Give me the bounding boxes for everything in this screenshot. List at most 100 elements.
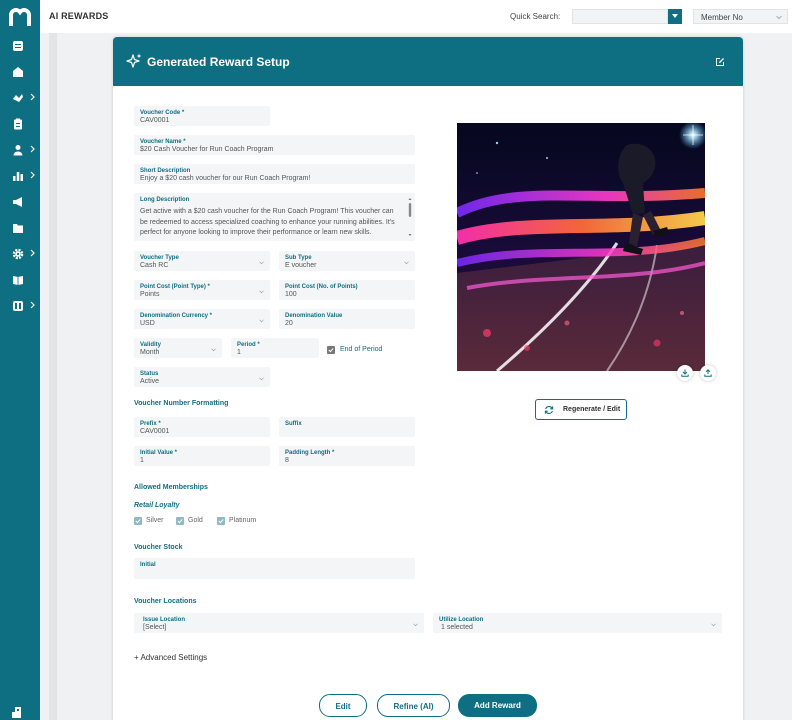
sidebar-item-files[interactable]: [12, 220, 36, 236]
padding-length-field[interactable]: Padding Length * 8: [279, 446, 415, 466]
sidebar-item-clipboard[interactable]: [12, 116, 36, 132]
prefix-label: Prefix *: [140, 421, 161, 427]
chevron-down-icon: [211, 348, 216, 352]
validity-value: Month: [140, 349, 160, 356]
utilize-location-value: 1 selected: [441, 624, 473, 631]
chevron-right-icon: [30, 171, 35, 179]
handshake-icon: [13, 94, 23, 102]
refine-ai-button[interactable]: Refine (AI): [377, 694, 450, 717]
sidebar-item-handshake[interactable]: [12, 90, 36, 106]
regenerate-edit-button[interactable]: Regenerate / Edit: [535, 399, 627, 420]
initial-stock-label: Initial: [140, 562, 156, 568]
utilize-location-select[interactable]: Utilize Location 1 selected: [433, 613, 722, 633]
brand-logo-icon[interactable]: [9, 8, 31, 26]
sidebar-item-settings[interactable]: [12, 246, 36, 262]
member-search-select[interactable]: Member No: [693, 9, 788, 24]
voucher-name-value: $20 Cash Voucher for Run Coach Program: [140, 146, 274, 153]
end-of-period-checkbox[interactable]: [327, 346, 335, 354]
sub-type-select[interactable]: Sub Type E voucher: [279, 251, 415, 271]
voucher-type-select[interactable]: Voucher Type Cash RC: [134, 251, 270, 271]
sidebar-item-bottom[interactable]: [12, 704, 36, 720]
denomination-currency-value: USD: [140, 320, 155, 327]
point-cost-points-field[interactable]: Point Cost (No. of Points) 100: [279, 280, 415, 300]
prefix-value: CAV0001: [140, 428, 170, 435]
quick-search-input[interactable]: [572, 9, 668, 24]
prefix-field[interactable]: Prefix * CAV0001: [134, 417, 270, 437]
issue-location-select[interactable]: Issue Location [Select]: [134, 613, 424, 633]
edit-icon[interactable]: [715, 57, 725, 67]
short-description-field[interactable]: Short Description Enjoy a $20 cash vouch…: [134, 164, 415, 184]
suffix-label: Suffix: [285, 421, 302, 427]
check-icon: [328, 348, 334, 353]
chevron-down-icon: [776, 15, 782, 20]
membership-tier-checkbox-silver[interactable]: [134, 517, 142, 525]
denomination-currency-select[interactable]: Denomination Currency * USD: [134, 309, 270, 329]
card-title: Generated Reward Setup: [147, 55, 290, 69]
sub-type-value: E voucher: [285, 262, 317, 269]
chevron-right-icon: [30, 145, 35, 153]
sidebar-item-members[interactable]: [12, 142, 36, 158]
membership-tier-checkbox-gold[interactable]: [176, 517, 184, 525]
period-value: 1: [237, 349, 241, 356]
initial-value-field[interactable]: Initial Value * 1: [134, 446, 270, 466]
voucher-name-field[interactable]: Voucher Name * $20 Cash Voucher for Run …: [134, 135, 415, 155]
top-bar: AI REWARDS Quick Search: Member No: [40, 0, 792, 33]
validity-select[interactable]: Validity Month: [134, 338, 222, 358]
edit-button[interactable]: Edit: [319, 694, 367, 717]
allowed-memberships-title: Allowed Memberships: [134, 484, 208, 491]
suffix-field[interactable]: Suffix: [279, 417, 415, 437]
chevron-right-icon: [30, 301, 35, 309]
initial-stock-field[interactable]: Initial: [134, 558, 415, 579]
gear-icon: [12, 248, 24, 260]
upload-image-button[interactable]: [700, 365, 716, 381]
chevron-down-icon: [413, 623, 418, 627]
short-description-label: Short Description: [140, 168, 191, 174]
member-search-select-value: Member No: [701, 13, 743, 22]
issue-location-value: [Select]: [143, 624, 167, 631]
chevron-down-icon: [259, 261, 264, 265]
sidebar-item-apps[interactable]: [12, 298, 36, 314]
voucher-type-label: Voucher Type: [140, 255, 179, 261]
store-icon: [13, 67, 23, 77]
initial-value-label: Initial Value *: [140, 450, 178, 456]
book-icon: [13, 276, 23, 285]
voucher-type-value: Cash RC: [140, 262, 169, 269]
denomination-value-value: 20: [285, 320, 293, 327]
sidebar-item-campaigns[interactable]: [12, 194, 36, 210]
reward-setup-card: Generated Reward Setup Voucher Code * CA…: [113, 37, 743, 720]
add-reward-button[interactable]: Add Reward: [458, 694, 537, 717]
chevron-down-icon: [259, 290, 264, 294]
advanced-settings-toggle[interactable]: + Advanced Settings: [134, 653, 207, 662]
membership-tier-checkbox-platinum[interactable]: [217, 517, 225, 525]
user-icon: [13, 145, 23, 156]
check-icon: [135, 519, 141, 524]
status-value: Active: [140, 378, 160, 385]
long-description-field[interactable]: Long Description Get active with a $20 c…: [134, 193, 415, 241]
folder-icon: [13, 224, 23, 233]
point-cost-type-select[interactable]: Point Cost (Point Type) * Points: [134, 280, 270, 300]
long-description-scrollbar[interactable]: [408, 197, 412, 237]
initial-value-value: 1: [140, 457, 144, 464]
download-image-button[interactable]: [677, 365, 693, 381]
status-select[interactable]: Status Active: [134, 367, 270, 387]
short-description-value: Enjoy a $20 cash voucher for our Run Coa…: [140, 175, 311, 182]
voucher-name-label: Voucher Name *: [140, 139, 186, 145]
voucher-code-field[interactable]: Voucher Code * CAV0001: [134, 106, 270, 126]
chevron-down-icon: [259, 377, 264, 381]
chevron-down-icon: [404, 261, 409, 265]
download-icon: [681, 369, 689, 377]
sparkle-icon: [126, 53, 142, 68]
sidebar-item-catalog[interactable]: [12, 272, 36, 288]
denomination-value-field[interactable]: Denomination Value 20: [279, 309, 415, 329]
regenerate-edit-label: Regenerate / Edit: [563, 406, 621, 413]
caret-down-icon: [672, 14, 678, 18]
quick-search-dropdown-button[interactable]: [668, 9, 682, 24]
apps-icon: [13, 301, 23, 311]
sidebar-item-dashboard[interactable]: [12, 38, 36, 54]
sidebar-item-reports[interactable]: [12, 168, 36, 184]
period-field[interactable]: Period * 1: [231, 338, 319, 358]
membership-tier-label: Gold: [188, 517, 203, 524]
org-icon: [12, 707, 21, 718]
sidebar-item-store[interactable]: [12, 64, 36, 80]
validity-label: Validity: [140, 342, 162, 348]
